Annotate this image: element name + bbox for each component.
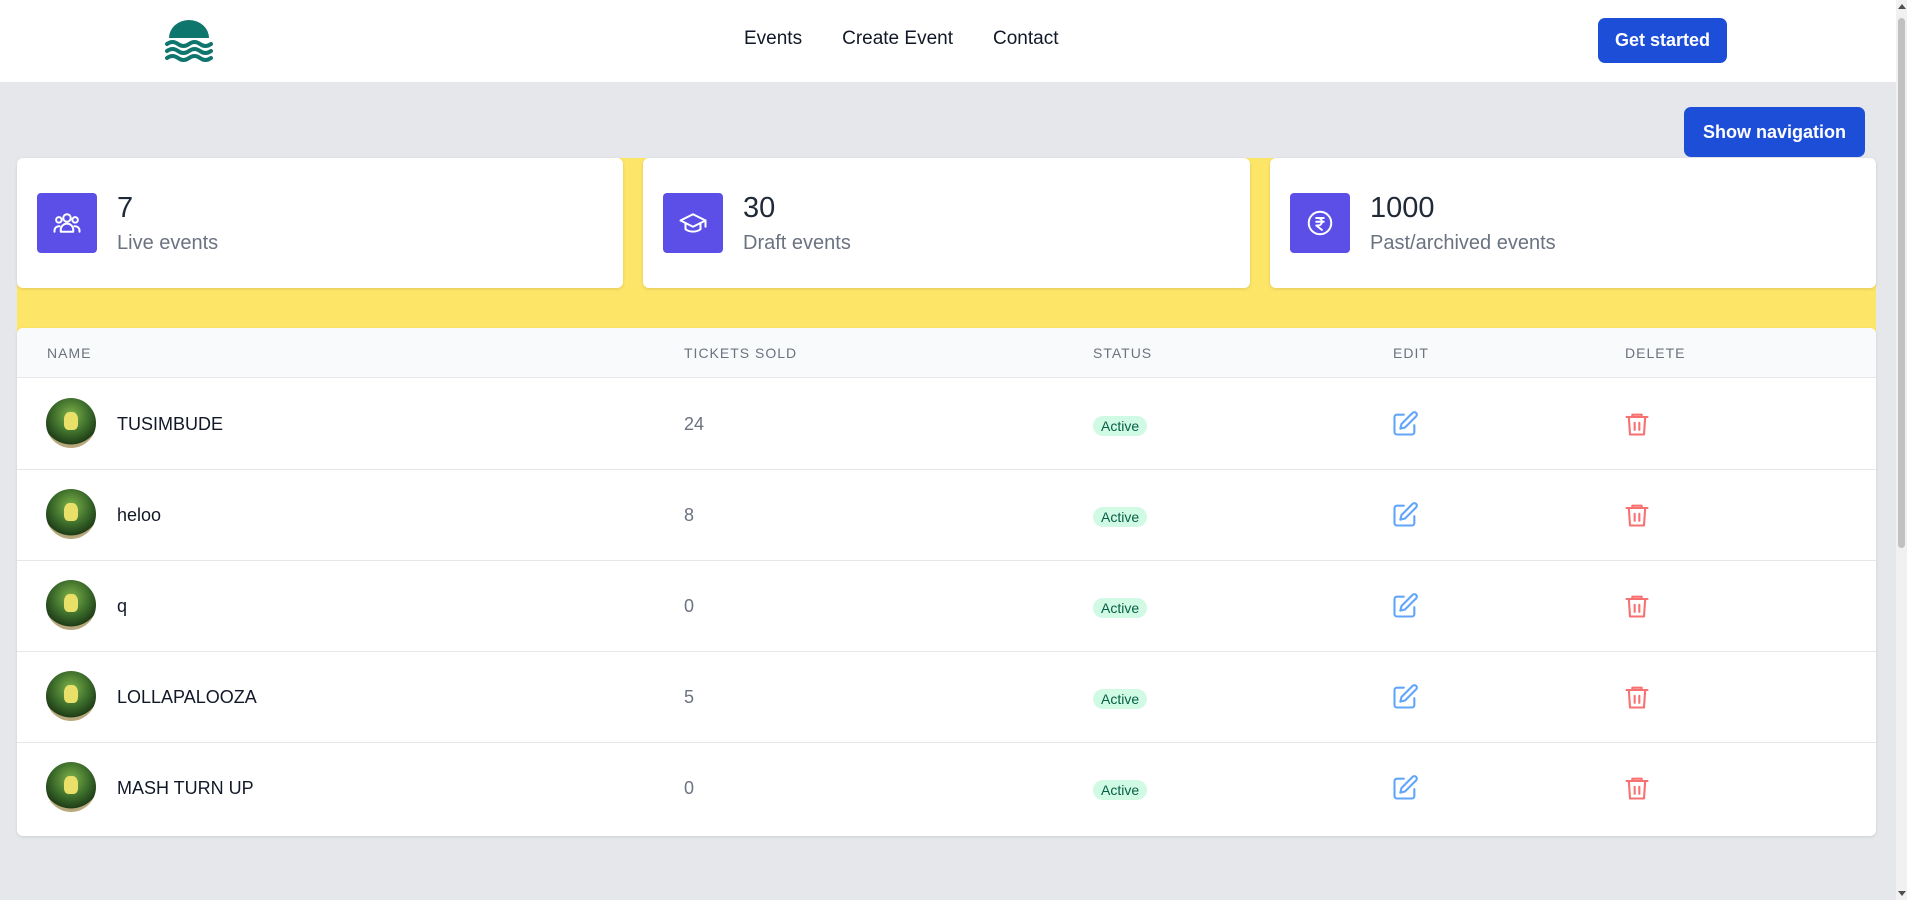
event-avatar [46,762,96,812]
column-header-delete: DELETE [1625,345,1686,361]
stat-value: 1000 [1370,192,1435,224]
event-avatar [46,398,96,448]
main-nav: Events Create Event Contact [744,28,1058,50]
page-scrollbar[interactable] [1896,0,1907,900]
edit-icon[interactable] [1391,410,1419,438]
tickets-sold: 8 [684,505,695,525]
scroll-up-arrow-icon[interactable] [1898,4,1906,9]
trash-icon[interactable] [1623,774,1651,802]
scroll-thumb[interactable] [1898,18,1905,548]
get-started-button[interactable]: Get started [1598,18,1727,63]
stat-label: Past/archived events [1370,232,1556,254]
stat-card-past: 1000 Past/archived events [1270,158,1876,288]
nav-link-events[interactable]: Events [744,28,802,50]
scroll-down-arrow-icon[interactable] [1898,891,1906,896]
status-badge: Active [1093,780,1148,800]
rupee-icon [1290,193,1350,253]
edit-icon[interactable] [1391,774,1419,802]
users-icon [37,193,97,253]
event-name: heloo [117,505,162,525]
trash-icon[interactable] [1623,683,1651,711]
table-row: heloo 8 Active [17,470,1876,561]
stat-label: Draft events [743,232,851,254]
waves-logo-icon[interactable] [165,20,213,62]
graduation-cap-icon [663,193,723,253]
status-badge: Active [1093,598,1148,618]
trash-icon[interactable] [1623,592,1651,620]
column-header-status: STATUS [1093,345,1153,361]
edit-icon[interactable] [1391,592,1419,620]
tickets-sold: 0 [684,778,695,798]
stat-card-live: 7 Live events [17,158,623,288]
tickets-sold: 5 [684,687,695,707]
event-name: TUSIMBUDE [117,414,224,434]
status-badge: Active [1093,689,1148,709]
event-name: MASH TURN UP [117,778,254,798]
stat-label: Live events [117,232,219,254]
nav-link-create-event[interactable]: Create Event [842,28,953,50]
status-badge: Active [1093,416,1148,436]
trash-icon[interactable] [1623,501,1651,529]
table-row: MASH TURN UP 0 Active [17,743,1876,834]
show-navigation-button[interactable]: Show navigation [1684,107,1865,157]
table-row: TUSIMBUDE 24 Active [17,379,1876,470]
table-header: NAME TICKETS SOLD STATUS EDIT DELETE [17,328,1876,378]
events-table: NAME TICKETS SOLD STATUS EDIT DELETE TUS… [17,328,1876,836]
event-avatar [46,671,96,721]
table-row: q 0 Active [17,561,1876,652]
column-header-edit: EDIT [1393,345,1429,361]
column-header-tickets: TICKETS SOLD [684,345,798,361]
stat-card-draft: 30 Draft events [643,158,1250,288]
event-avatar [46,580,96,630]
event-avatar [46,489,96,539]
nav-link-contact[interactable]: Contact [993,28,1058,50]
event-name: q [117,596,128,616]
stat-value: 30 [743,192,776,224]
edit-icon[interactable] [1391,501,1419,529]
column-header-name: NAME [47,345,92,361]
event-name: LOLLAPALOOZA [117,687,257,707]
trash-icon[interactable] [1623,410,1651,438]
edit-icon[interactable] [1391,683,1419,711]
table-row: LOLLAPALOOZA 5 Active [17,652,1876,743]
status-badge: Active [1093,507,1148,527]
tickets-sold: 24 [684,414,705,434]
stat-value: 7 [117,192,134,224]
tickets-sold: 0 [684,596,695,616]
site-header: Events Create Event Contact Get started [0,0,1896,83]
